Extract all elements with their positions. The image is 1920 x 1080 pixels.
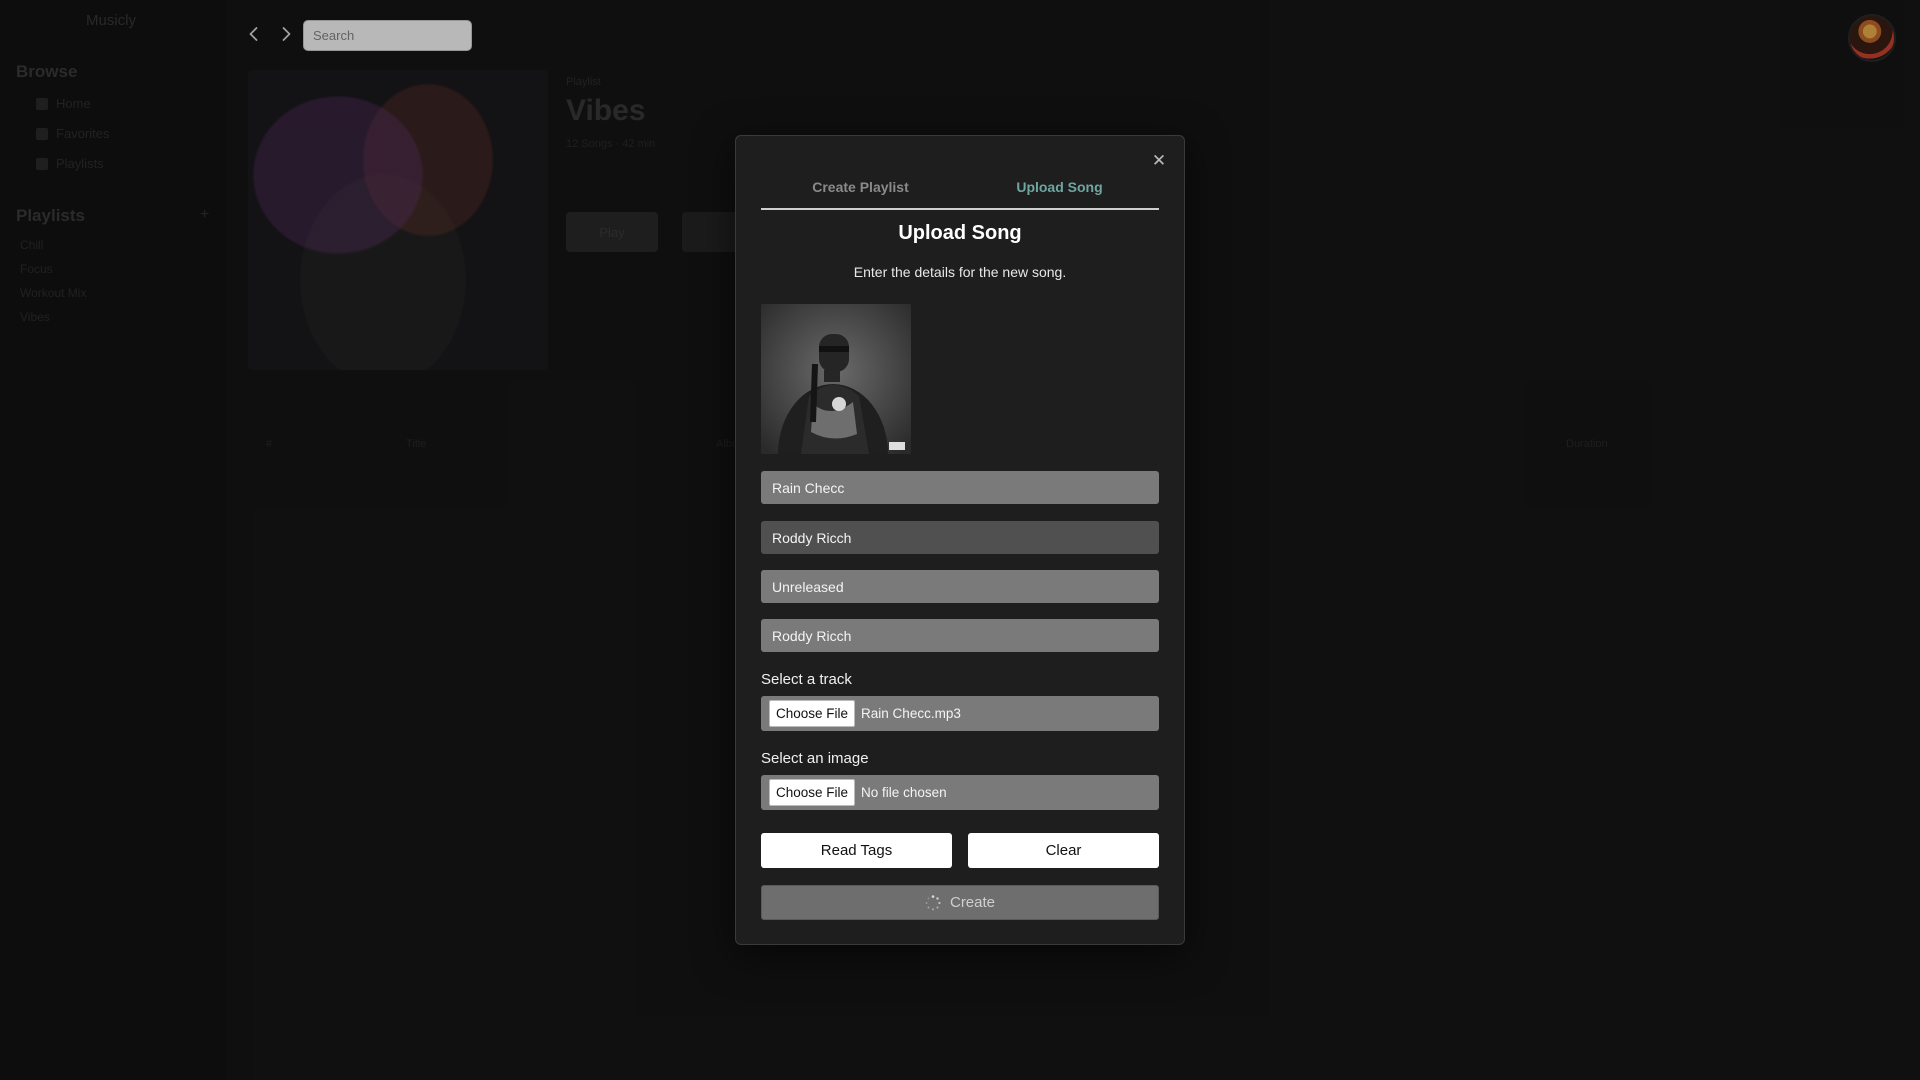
track-file-input[interactable]: Choose File Rain Checc.mp3 — [761, 696, 1159, 731]
clear-label: Clear — [1045, 842, 1082, 859]
dialog-subtitle: Enter the details for the new song. — [853, 264, 1067, 280]
image-file-input[interactable]: Choose File No file chosen — [761, 775, 1159, 810]
read-tags-label: Read Tags — [820, 842, 893, 859]
dialog-title: Upload Song — [898, 222, 1022, 244]
read-tags-button[interactable]: Read Tags — [761, 833, 952, 868]
upload-song-dialog: ✕ Create Playlist Upload Song Upload Son… — [735, 135, 1185, 945]
choose-image-file-button[interactable]: Choose File — [769, 779, 856, 806]
loading-spinner-icon — [925, 894, 941, 910]
dialog-tabs: Create Playlist Upload Song — [761, 166, 1159, 210]
tab-create-playlist[interactable]: Create Playlist — [761, 166, 960, 208]
tab-upload-song[interactable]: Upload Song — [960, 166, 1159, 208]
image-file-name: No file chosen — [861, 785, 947, 800]
artist-field[interactable] — [761, 521, 1159, 554]
choose-track-file-button[interactable]: Choose File — [769, 700, 856, 727]
album-field[interactable] — [761, 570, 1159, 603]
artist-photo-icon — [761, 304, 911, 454]
song-title-field[interactable] — [761, 471, 1159, 504]
create-button[interactable]: Create — [761, 885, 1159, 920]
album-artist-field[interactable] — [761, 619, 1159, 652]
select-image-label: Select an image — [761, 750, 869, 767]
clear-button[interactable]: Clear — [968, 833, 1159, 868]
song-cover-preview — [761, 304, 911, 454]
select-track-label: Select a track — [761, 671, 852, 688]
track-file-name: Rain Checc.mp3 — [861, 706, 961, 721]
create-label: Create — [949, 894, 996, 911]
